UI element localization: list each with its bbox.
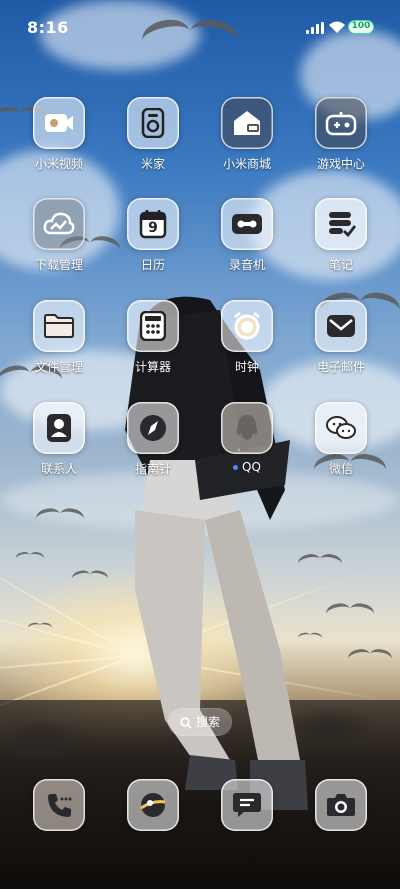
app-label: 日历 <box>140 258 165 272</box>
store-icon <box>221 97 273 149</box>
app-mi-store[interactable]: 小米商城 <box>202 97 292 187</box>
video-icon <box>33 97 85 149</box>
app-label: 小米视频 <box>34 157 83 171</box>
app-label: 指南针 <box>134 462 171 476</box>
phone-icon <box>33 779 85 831</box>
app-recorder[interactable]: 录音机 <box>202 198 292 288</box>
calculator-icon <box>127 300 179 352</box>
search-button[interactable]: 搜索 <box>169 709 231 735</box>
camera-icon <box>315 779 367 831</box>
new-install-dot <box>233 465 239 470</box>
search-label: 搜索 <box>195 715 220 729</box>
dock-browser[interactable] <box>108 779 198 833</box>
wifi-icon <box>329 21 345 33</box>
app-label: 电子邮件 <box>316 360 365 374</box>
dock-phone[interactable] <box>14 779 104 833</box>
app-compass[interactable]: 指南针 <box>108 402 198 492</box>
app-file-manager[interactable]: 文件管理 <box>14 300 104 390</box>
search-icon <box>180 716 192 729</box>
dock-messages[interactable] <box>202 779 292 833</box>
home-screen: 8:16 100 小米视频 米家 小米商城 游戏中心 下载管理 9 日历 录音机… <box>0 0 400 889</box>
app-label: 微信 <box>328 462 353 476</box>
app-download-manager[interactable]: 下载管理 <box>14 198 104 288</box>
message-icon <box>221 779 273 831</box>
battery-icon: 100 <box>348 20 374 34</box>
app-label: 文件管理 <box>34 360 83 374</box>
app-wechat[interactable]: 微信 <box>296 402 386 492</box>
alarm-clock-icon <box>221 300 273 352</box>
recorder-icon <box>221 198 273 250</box>
app-game-center[interactable]: 游戏中心 <box>296 97 386 187</box>
signal-icon <box>306 22 324 34</box>
app-notes[interactable]: 笔记 <box>296 198 386 288</box>
dock-camera[interactable] <box>296 779 386 833</box>
browser-icon <box>127 779 179 831</box>
app-label: 下载管理 <box>34 258 83 272</box>
status-time: 8:16 <box>27 18 69 37</box>
app-contacts[interactable]: 联系人 <box>14 402 104 492</box>
app-mijia[interactable]: 米家 <box>108 97 198 187</box>
app-label: QQ <box>202 460 292 474</box>
app-label: 游戏中心 <box>316 157 365 171</box>
wechat-icon <box>315 402 367 454</box>
mail-icon <box>315 300 367 352</box>
contact-icon <box>33 402 85 454</box>
app-mi-video[interactable]: 小米视频 <box>14 97 104 187</box>
app-email[interactable]: 电子邮件 <box>296 300 386 390</box>
app-label: 联系人 <box>40 462 77 476</box>
download-cloud-icon <box>33 198 85 250</box>
app-label: 小米商城 <box>222 157 271 171</box>
qq-icon <box>221 402 273 454</box>
calendar-icon: 9 <box>127 198 179 250</box>
app-calendar[interactable]: 9 日历 <box>108 198 198 288</box>
app-label: 米家 <box>140 157 165 171</box>
compass-icon <box>127 402 179 454</box>
calendar-date: 9 <box>148 220 158 236</box>
app-qq[interactable]: QQ <box>202 402 292 492</box>
app-clock[interactable]: 时钟 <box>202 300 292 390</box>
gamepad-icon <box>315 97 367 149</box>
app-label: 录音机 <box>228 258 265 272</box>
app-label: 计算器 <box>134 360 171 374</box>
speaker-icon <box>127 97 179 149</box>
notes-icon <box>315 198 367 250</box>
app-calculator[interactable]: 计算器 <box>108 300 198 390</box>
folder-icon <box>33 300 85 352</box>
app-label: 笔记 <box>328 258 353 272</box>
app-label: 时钟 <box>234 360 259 374</box>
status-bar: 8:16 100 <box>0 0 400 56</box>
